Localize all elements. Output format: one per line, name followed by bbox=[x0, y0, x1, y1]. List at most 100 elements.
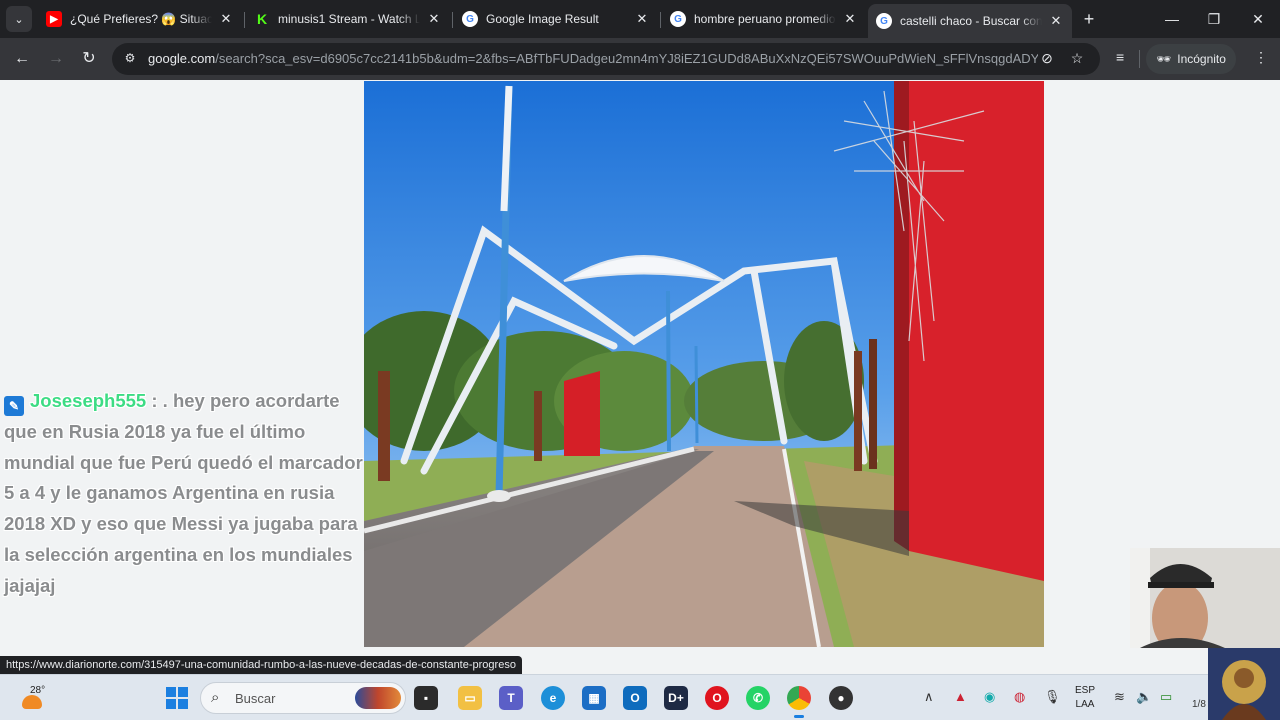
windows-logo-tile bbox=[166, 687, 176, 697]
streamer-webcam bbox=[1130, 548, 1280, 648]
page-content: ✎ Joseseph555 : . hey pero acordarte que … bbox=[0, 80, 1280, 674]
weather-sun-icon bbox=[22, 695, 42, 709]
url-host: google.com bbox=[148, 51, 216, 66]
tab-castelli-chaco[interactable]: G castelli chaco - Buscar con G ✕ bbox=[868, 4, 1072, 38]
close-icon[interactable]: ✕ bbox=[218, 11, 234, 27]
tab-separator bbox=[452, 12, 453, 28]
obs-icon[interactable]: ● bbox=[829, 686, 853, 710]
castelli-arch-photo[interactable] bbox=[364, 81, 1044, 647]
tab-youtube[interactable]: ▶ ¿Qué Prefieres? 😱 Situacio ✕ bbox=[38, 4, 242, 34]
tab-title: castelli chaco - Buscar con G bbox=[900, 14, 1042, 28]
opera-icon[interactable]: O bbox=[705, 686, 729, 710]
keyboard-layout: LAA bbox=[1075, 699, 1095, 710]
close-icon[interactable]: ✕ bbox=[426, 11, 442, 27]
tray-security-icon[interactable]: ◍ bbox=[1014, 689, 1025, 705]
tab-title: hombre peruano promedio bbox=[694, 12, 836, 26]
language-code: ESP bbox=[1075, 685, 1096, 696]
photo-illustration bbox=[364, 81, 1044, 647]
windows-logo-tile bbox=[178, 687, 188, 697]
google-icon: G bbox=[670, 11, 686, 27]
incognito-label: Incógnito bbox=[1177, 52, 1226, 66]
chrome-icon[interactable] bbox=[787, 686, 811, 718]
chat-username: Joseseph555 bbox=[30, 390, 147, 411]
url-path: /search?sca_esv=d6905c7cc2141b5b&udm=2&f… bbox=[215, 51, 1038, 66]
disney-plus-icon[interactable]: D+ bbox=[664, 686, 688, 710]
show-hidden-icons-icon[interactable]: ∧ bbox=[924, 689, 934, 705]
clock-date[interactable]: 1/8 bbox=[1192, 699, 1206, 710]
site-settings-icon[interactable]: ⚙ bbox=[122, 51, 138, 67]
google-icon: G bbox=[462, 11, 478, 27]
arrow-right-icon: → bbox=[48, 50, 64, 67]
tab-kick-stream[interactable]: K minusis1 Stream - Watch Liv ✕ bbox=[246, 4, 450, 34]
weather-widget[interactable]: 28° bbox=[20, 683, 50, 713]
wifi-icon[interactable]: ≋ bbox=[1114, 689, 1125, 705]
incognito-indicator[interactable]: 🕶 Incógnito bbox=[1146, 44, 1236, 74]
toolbar-separator bbox=[1139, 50, 1140, 68]
close-icon: ✕ bbox=[1252, 11, 1264, 27]
taskbar-search[interactable]: ⌕ Buscar bbox=[200, 682, 406, 714]
restore-icon: ❐ bbox=[1207, 11, 1221, 27]
media-controls-icon[interactable]: ≡ bbox=[1116, 49, 1124, 65]
tab-strip: ⌄ ▶ ¿Qué Prefieres? 😱 Situacio ✕ K minus… bbox=[0, 0, 1280, 38]
forward-button[interactable]: → bbox=[44, 47, 68, 71]
input-language[interactable]: ESP LAA bbox=[1075, 684, 1095, 712]
minimize-button[interactable]: — bbox=[1152, 6, 1192, 32]
tab-google-image-result[interactable]: G Google Image Result ✕ bbox=[454, 4, 658, 34]
close-icon[interactable]: ✕ bbox=[1048, 13, 1064, 29]
back-button[interactable]: ← bbox=[10, 47, 34, 71]
webcam-illustration bbox=[1130, 548, 1280, 648]
tab-separator bbox=[660, 12, 661, 28]
eye-off-icon[interactable]: ⊘ bbox=[1038, 50, 1056, 68]
kick-icon: K bbox=[256, 11, 268, 27]
url-text[interactable]: google.com/search?sca_esv=d6905c7cc2141b… bbox=[148, 51, 1038, 66]
start-button[interactable] bbox=[166, 687, 188, 709]
store-icon[interactable]: ▦ bbox=[582, 686, 606, 710]
minimize-icon: — bbox=[1165, 11, 1179, 27]
reload-button[interactable]: ↻ bbox=[77, 47, 101, 71]
avatar-illustration bbox=[1208, 648, 1280, 720]
edge-icon[interactable]: e bbox=[541, 686, 565, 710]
battery-icon[interactable]: ▭ bbox=[1160, 689, 1172, 705]
link-status-bar: https://www.diarionorte.com/315497-una-c… bbox=[0, 656, 522, 674]
close-window-button[interactable]: ✕ bbox=[1238, 6, 1278, 32]
close-icon[interactable]: ✕ bbox=[634, 11, 650, 27]
tray-app-icon[interactable]: ▲ bbox=[954, 689, 967, 704]
new-tab-button[interactable]: + bbox=[1078, 8, 1100, 30]
outlook-icon[interactable]: O bbox=[623, 686, 647, 710]
chat-separator: : bbox=[151, 390, 158, 411]
bookmark-star-icon[interactable]: ☆ bbox=[1068, 50, 1086, 68]
browser-toolbar: ← → ↻ ⚙ google.com/search?sca_esv=d6905c… bbox=[0, 38, 1280, 80]
reload-icon: ↻ bbox=[82, 50, 96, 67]
streamer-avatar-overlay bbox=[1208, 648, 1280, 720]
windows-logo-tile bbox=[166, 699, 176, 709]
arrow-left-icon: ← bbox=[14, 50, 30, 67]
tab-separator bbox=[244, 12, 245, 28]
search-highlight-image bbox=[355, 687, 401, 709]
address-bar[interactable]: ⚙ google.com/search?sca_esv=d6905c7cc214… bbox=[112, 43, 1100, 75]
whatsapp-icon[interactable]: ✆ bbox=[746, 686, 770, 710]
tab-search-button[interactable]: ⌄ bbox=[6, 6, 32, 32]
tab-hombre-peruano[interactable]: G hombre peruano promedio ✕ bbox=[662, 4, 866, 34]
menu-icon[interactable]: ⋮ bbox=[1254, 49, 1268, 66]
youtube-icon: ▶ bbox=[46, 11, 62, 27]
volume-icon[interactable]: 🔈 bbox=[1136, 689, 1152, 705]
incognito-icon: 🕶 bbox=[1156, 52, 1172, 66]
task-view-icon[interactable]: ▪ bbox=[414, 686, 438, 710]
tab-title: minusis1 Stream - Watch Liv bbox=[278, 12, 420, 26]
tab-title: Google Image Result bbox=[486, 12, 599, 26]
stream-chat-message: ✎ Joseseph555 : . hey pero acordarte que … bbox=[4, 386, 364, 602]
tab-title: ¿Qué Prefieres? 😱 Situacio bbox=[70, 12, 212, 26]
tray-sync-icon[interactable]: ◉ bbox=[984, 689, 995, 705]
restore-button[interactable]: ❐ bbox=[1194, 6, 1234, 32]
google-icon: G bbox=[876, 13, 892, 29]
chat-badge-icon: ✎ bbox=[4, 396, 24, 416]
close-icon[interactable]: ✕ bbox=[842, 11, 858, 27]
chevron-down-icon: ⌄ bbox=[14, 13, 24, 26]
teams-icon[interactable]: T bbox=[499, 686, 523, 710]
microphone-icon[interactable]: 🎙 bbox=[1044, 689, 1061, 705]
search-icon: ⌕ bbox=[211, 689, 220, 706]
search-placeholder: Buscar bbox=[235, 691, 276, 706]
windows-logo-tile bbox=[178, 699, 188, 709]
chat-message-text: . hey pero acordarte que en Rusia 2018 y… bbox=[4, 390, 363, 596]
file-explorer-icon[interactable]: ▭ bbox=[458, 686, 482, 710]
